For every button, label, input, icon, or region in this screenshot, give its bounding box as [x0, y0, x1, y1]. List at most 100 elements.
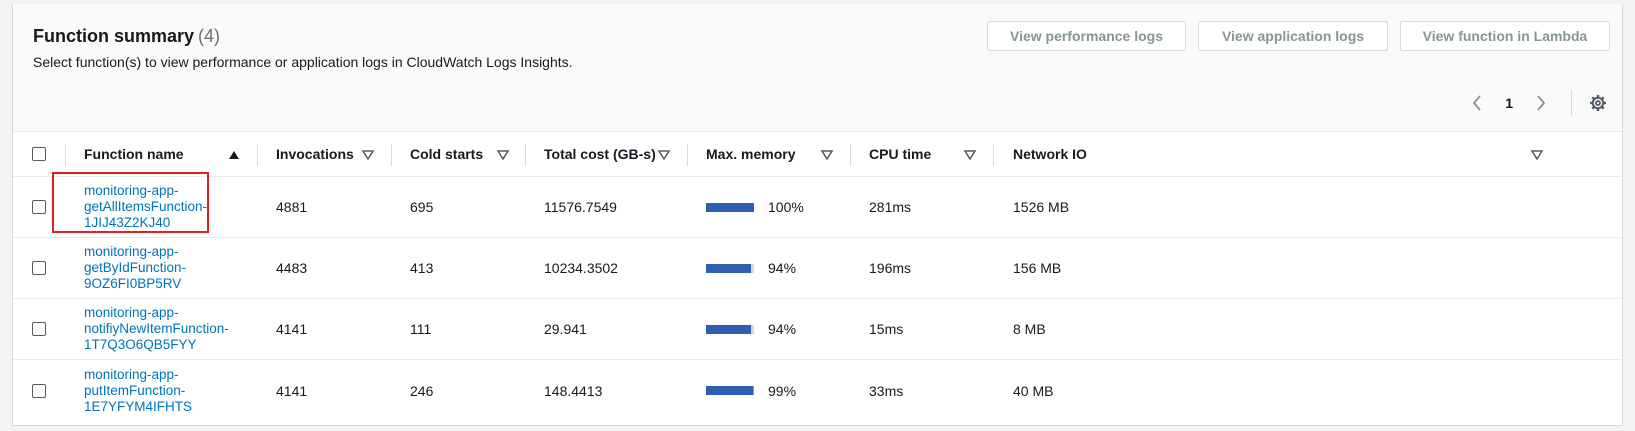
max-memory-cell: 99%	[706, 360, 796, 421]
row-select-cell	[32, 177, 46, 237]
cold-starts-cell: 413	[410, 260, 434, 276]
invocations-cell: 4141	[276, 382, 308, 399]
triangle-down-icon[interactable]	[821, 132, 833, 177]
function-count: (4)	[198, 26, 221, 46]
col-header-invocations[interactable]: Invocations	[276, 132, 354, 176]
action-buttons: View performance logs View application l…	[987, 21, 1610, 51]
table-row[interactable]: monitoring-app- getByIdFunction- 9OZ6FI0…	[13, 238, 1622, 299]
max-memory-cell: 94%	[706, 238, 796, 298]
functions-table: Function name Invocations Cold starts To…	[13, 132, 1622, 421]
chevron-right-icon[interactable]	[1531, 93, 1551, 113]
function-name-link[interactable]: monitoring-app- getByIdFunction- 9OZ6FI0…	[84, 244, 186, 292]
panel-description: Select function(s) to view performance o…	[33, 54, 573, 70]
max-memory-value: 100%	[768, 199, 804, 215]
col-header-total-cost[interactable]: Total cost (GB-s)	[544, 132, 656, 176]
max-memory-cell: 94%	[706, 299, 796, 359]
row-select-cell	[32, 360, 46, 421]
row-select-cell	[32, 238, 46, 298]
total-cost-cell: 29.941	[544, 321, 587, 337]
triangle-down-icon[interactable]	[964, 132, 976, 177]
row-checkbox[interactable]	[32, 383, 46, 398]
memory-bar	[706, 386, 754, 395]
column-divider	[993, 144, 994, 166]
row-select-cell	[32, 299, 46, 359]
cold-starts-cell: 111	[410, 321, 432, 337]
gear-icon[interactable]	[1588, 93, 1608, 113]
function-name-line: monitoring-app-	[84, 244, 179, 259]
max-memory-value: 99%	[768, 382, 797, 399]
column-divider	[391, 144, 392, 166]
selection-highlight	[52, 172, 209, 233]
col-header-cpu-time[interactable]: CPU time	[869, 132, 931, 176]
cpu-time-cell: 196ms	[869, 260, 912, 276]
function-name-line: monitoring-app-	[84, 305, 179, 320]
column-divider	[687, 144, 688, 166]
function-name-link[interactable]: monitoring-app- notifiyNewItemFunction- …	[84, 305, 229, 353]
column-divider	[65, 144, 66, 166]
network-io-cell: 40 MB	[1013, 382, 1054, 399]
invocations-cell: 4483	[276, 260, 308, 276]
function-summary-panel: Function summary (4) Select function(s) t…	[12, 4, 1623, 426]
row-checkbox[interactable]	[32, 261, 46, 275]
page-title: Function summary (4)	[33, 26, 220, 47]
triangle-down-icon[interactable]	[362, 132, 374, 177]
view-in-lambda-button[interactable]: View function in Lambda	[1400, 21, 1610, 51]
table-row[interactable]: monitoring-app- notifiyNewItemFunction- …	[13, 299, 1622, 360]
column-divider	[525, 144, 526, 166]
chevron-left-icon[interactable]	[1467, 93, 1487, 113]
total-cost-cell: 11576.7549	[544, 199, 617, 215]
panel-header: Function summary (4) Select function(s) t…	[13, 4, 1622, 132]
function-name-line: 1T7Q3O6QB5FYY	[84, 337, 197, 352]
network-io-cell: 1526 MB	[1013, 199, 1070, 215]
view-application-logs-button[interactable]: View application logs	[1198, 21, 1388, 51]
cold-starts-cell: 695	[410, 199, 434, 215]
memory-bar	[706, 324, 754, 334]
col-header-cold-starts[interactable]: Cold starts	[410, 132, 483, 176]
table-row[interactable]: monitoring-app- putItemFunction- 1E7YFYM…	[13, 360, 1622, 421]
select-all-checkbox[interactable]	[32, 147, 46, 161]
function-name-line: 9OZ6FI0BP5RV	[84, 276, 182, 291]
row-checkbox[interactable]	[32, 322, 46, 336]
total-cost-cell: 148.4413	[544, 382, 603, 399]
network-io-cell: 156 MB	[1013, 260, 1062, 276]
network-io-cell: 8 MB	[1013, 321, 1046, 337]
total-cost-cell: 10234.3502	[544, 260, 618, 276]
max-memory-value: 94%	[768, 260, 797, 276]
pagination-divider	[1571, 90, 1572, 116]
view-performance-logs-button[interactable]: View performance logs	[987, 21, 1186, 51]
invocations-cell: 4881	[276, 199, 308, 215]
table-row[interactable]: monitoring-app- getAllItemsFunction- 1JI…	[13, 177, 1622, 238]
cold-starts-cell: 246	[410, 382, 434, 399]
current-page[interactable]: 1	[1505, 95, 1513, 111]
max-memory-cell: 100%	[706, 177, 804, 237]
triangle-down-icon[interactable]	[497, 132, 509, 177]
triangle-down-icon[interactable]	[1531, 132, 1543, 177]
row-checkbox[interactable]	[32, 200, 46, 214]
col-header-network-io[interactable]: Network IO	[1013, 132, 1087, 176]
function-name-cell: monitoring-app- putItemFunction- 1E7YFYM…	[84, 360, 192, 421]
pagination: 1	[1467, 90, 1608, 116]
table-header-row: Function name Invocations Cold starts To…	[13, 132, 1622, 177]
cpu-time-cell: 15ms	[869, 321, 904, 337]
cpu-time-cell: 33ms	[869, 382, 904, 399]
function-name-line: putItemFunction-	[84, 382, 186, 398]
function-name-line: monitoring-app-	[84, 366, 179, 382]
function-name-line: 1E7YFYM4IFHTS	[84, 398, 193, 414]
function-name-cell: monitoring-app- getByIdFunction- 9OZ6FI0…	[84, 238, 186, 298]
select-all-cell	[32, 132, 46, 176]
column-divider	[850, 144, 851, 166]
max-memory-value: 94%	[768, 321, 797, 337]
memory-bar	[706, 263, 754, 273]
function-name-line: getByIdFunction-	[84, 260, 187, 275]
memory-bar	[706, 202, 754, 212]
triangle-down-icon[interactable]	[658, 132, 670, 177]
function-name-cell: monitoring-app- notifiyNewItemFunction- …	[84, 299, 229, 359]
column-divider	[257, 144, 258, 166]
function-name-line: notifiyNewItemFunction-	[84, 321, 229, 336]
title-text: Function summary	[33, 26, 195, 46]
function-name-link[interactable]: monitoring-app- putItemFunction- 1E7YFYM…	[84, 367, 192, 415]
triangle-up-icon[interactable]	[228, 132, 240, 177]
cpu-time-cell: 281ms	[869, 199, 912, 215]
col-header-function-name[interactable]: Function name	[84, 132, 184, 176]
col-header-max-memory[interactable]: Max. memory	[706, 132, 795, 176]
